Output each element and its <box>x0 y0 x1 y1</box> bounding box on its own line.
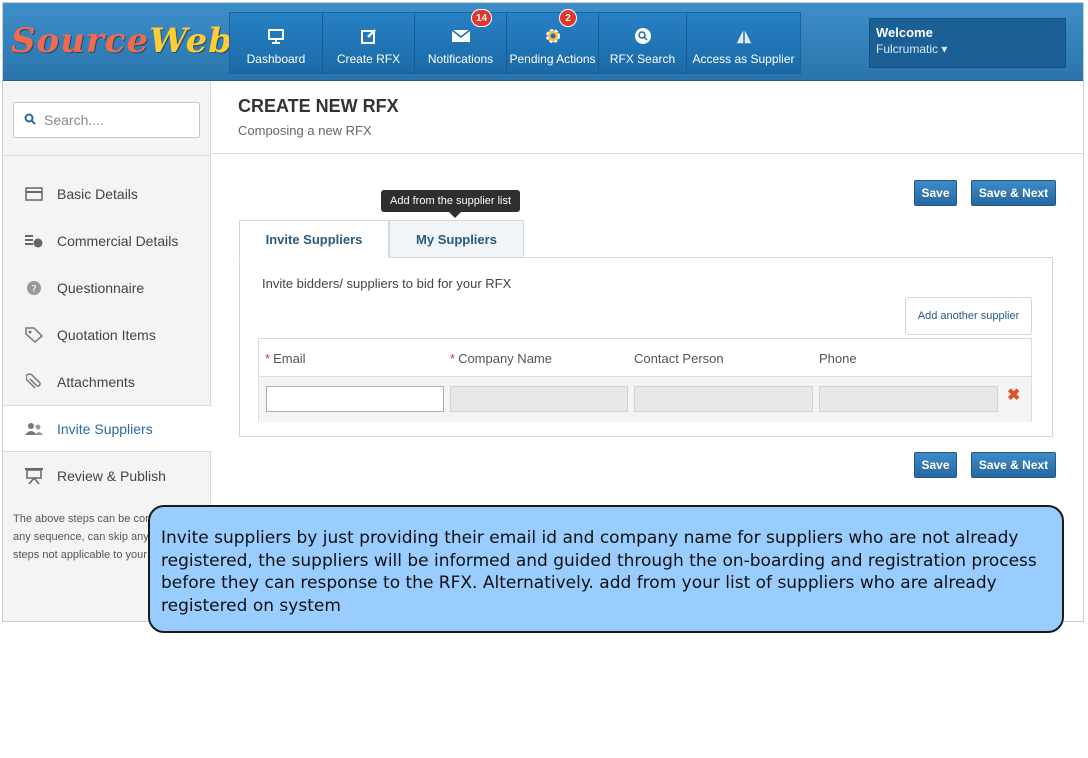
nav-create-rfx-label: Create RFX <box>336 52 401 66</box>
top-header: SourceWeb Dashboard Create RFX 14 Notifi… <box>3 3 1083 81</box>
nav-dashboard-label: Dashboard <box>246 52 306 66</box>
col-company-name: * Company Name <box>450 351 552 366</box>
step-label: Commercial Details <box>57 232 179 249</box>
page-subtitle: Composing a new RFX <box>238 123 372 138</box>
sidebar-divider <box>3 155 211 156</box>
help-callout: Invite suppliers by just providing their… <box>148 505 1064 633</box>
search-icon <box>24 112 36 128</box>
nav-pending-actions[interactable]: 2 Pending Actions <box>507 9 599 73</box>
logo-part-web: Web <box>149 21 234 61</box>
step-invite-suppliers[interactable]: Invite Suppliers <box>3 405 212 452</box>
user-name: Fulcrumatic <box>876 42 939 56</box>
paperclip-icon <box>23 372 45 392</box>
notifications-badge: 14 <box>471 9 493 27</box>
delete-row-icon[interactable]: ✖ <box>1007 385 1020 405</box>
save-button-bottom[interactable]: Save <box>914 452 957 478</box>
presentation-icon <box>23 466 45 486</box>
users-icon <box>23 419 45 439</box>
tab-my-suppliers[interactable]: My Suppliers <box>389 220 524 258</box>
nav-access-as-supplier[interactable]: Access as Supplier <box>687 13 800 73</box>
tooltip: Add from the supplier list <box>381 190 521 218</box>
nav-dashboard[interactable]: Dashboard <box>230 13 323 73</box>
supplier-table: * Email * Company Name Contact Person Phon… <box>258 338 1032 422</box>
step-label: Review & Publish <box>57 467 166 484</box>
step-label: Questionnaire <box>57 279 145 296</box>
welcome-text: Welcome <box>876 25 933 40</box>
nav-access-as-supplier-label: Access as Supplier <box>692 52 795 66</box>
required-marker: * <box>265 351 271 366</box>
caret-down-icon: ▾ <box>941 42 948 56</box>
edit-icon <box>359 27 379 45</box>
step-list: Basic Details Commercial Details ? Quest… <box>3 170 212 499</box>
step-quotation-items[interactable]: Quotation Items <box>3 311 211 358</box>
logo-part-source: Source <box>11 21 150 61</box>
contact-person-field[interactable] <box>634 386 813 412</box>
step-review-publish[interactable]: Review & Publish <box>3 452 211 499</box>
col-email: * Email <box>265 351 306 366</box>
table-header: * Email * Company Name Contact Person Phon… <box>259 339 1031 377</box>
invite-panel: Invite bidders/ suppliers to bid for you… <box>239 257 1053 437</box>
envelope-icon <box>451 27 471 45</box>
save-button-top[interactable]: Save <box>914 180 957 206</box>
nav-rfx-search-label: RFX Search <box>609 52 676 66</box>
company-name-field[interactable] <box>450 386 628 412</box>
page-title: CREATE NEW RFX <box>238 96 399 116</box>
col-label: Company Name <box>458 351 552 366</box>
save-next-button-top[interactable]: Save & Next <box>971 180 1056 206</box>
nav-pending-actions-label: Pending Actions <box>509 52 596 66</box>
step-questionnaire[interactable]: ? Questionnaire <box>3 264 211 311</box>
tent-icon <box>734 27 754 45</box>
pending-actions-badge: 2 <box>559 9 577 27</box>
step-commercial-details[interactable]: Commercial Details <box>3 217 211 264</box>
save-next-button-bottom[interactable]: Save & Next <box>971 452 1056 478</box>
coins-icon <box>23 231 45 251</box>
user-name-dropdown[interactable]: Fulcrumatic ▾ <box>876 42 1059 56</box>
nav-rfx-search[interactable]: RFX Search <box>599 13 687 73</box>
search-icon <box>633 27 653 45</box>
search-input[interactable]: Search.... <box>13 102 200 138</box>
user-menu[interactable]: Welcome Fulcrumatic ▾ <box>869 18 1066 68</box>
question-icon: ? <box>23 278 45 298</box>
svg-text:?: ? <box>31 284 36 295</box>
nav-notifications[interactable]: 14 Notifications <box>415 9 507 73</box>
sourceweb-logo[interactable]: SourceWeb <box>11 21 233 61</box>
tag-icon <box>23 325 45 345</box>
step-label: Invite Suppliers <box>57 420 153 437</box>
col-contact-person: Contact Person <box>634 351 724 366</box>
page-header: CREATE NEW RFX Composing a new RFX <box>212 82 1083 154</box>
nav-notifications-label: Notifications <box>427 52 494 66</box>
main-nav: Dashboard Create RFX 14 Notifications 2 <box>229 9 801 74</box>
step-basic-details[interactable]: Basic Details <box>3 170 211 217</box>
step-label: Quotation Items <box>57 326 156 343</box>
email-field[interactable] <box>266 386 444 412</box>
step-label: Attachments <box>57 373 135 390</box>
required-marker: * <box>450 351 456 366</box>
invite-intro: Invite bidders/ suppliers to bid for you… <box>262 276 512 291</box>
search-placeholder: Search.... <box>44 112 104 128</box>
col-phone: Phone <box>819 351 857 366</box>
tab-invite-suppliers[interactable]: Invite Suppliers <box>239 220 389 258</box>
col-label: Email <box>273 351 306 366</box>
table-row: ✖ <box>259 377 1031 422</box>
phone-field[interactable] <box>819 386 998 412</box>
step-label: Basic Details <box>57 185 138 202</box>
nav-create-rfx[interactable]: Create RFX <box>323 13 415 73</box>
monitor-icon <box>266 27 286 45</box>
add-another-supplier-button[interactable]: Add another supplier <box>905 297 1032 335</box>
gear-icon <box>543 27 563 45</box>
step-attachments[interactable]: Attachments <box>3 358 211 405</box>
card-icon <box>23 184 45 204</box>
